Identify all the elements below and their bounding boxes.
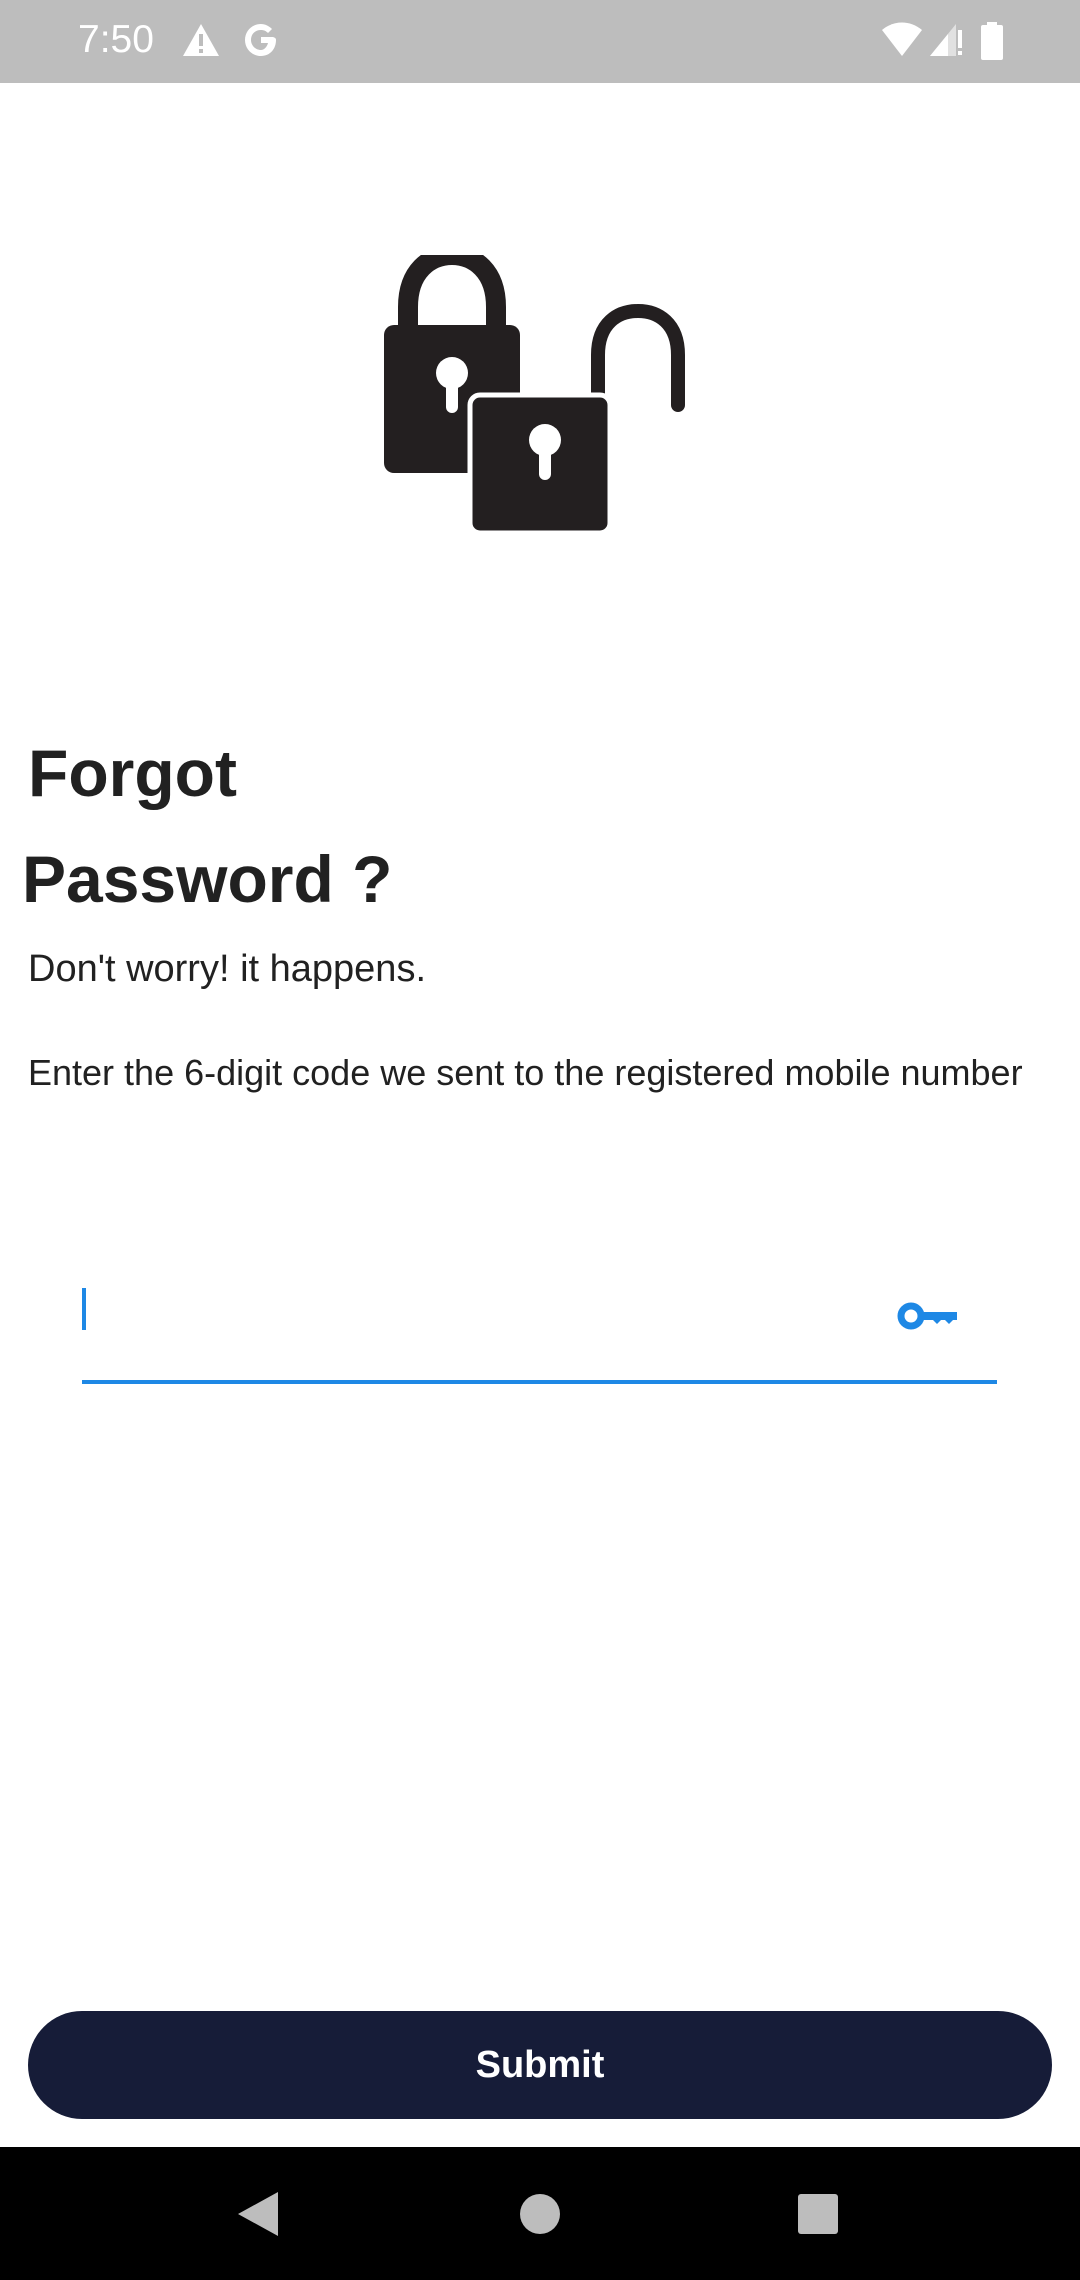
google-icon [243,22,279,63]
status-time: 7:50 [78,18,154,61]
wifi-icon [882,22,922,63]
key-icon [897,1298,961,1334]
back-icon [238,2191,278,2236]
subtitle: Don't worry! it happens. [28,948,426,990]
home-icon [520,2193,560,2234]
padlocks-icon [380,244,725,536]
recents-icon [798,2193,838,2234]
back-button[interactable] [188,2147,328,2280]
alert-icon [182,22,220,63]
home-button[interactable] [470,2147,610,2280]
verification-code-input[interactable] [82,1270,997,1384]
status-bar: 7:50 [0,0,1080,83]
instructions-text: Enter the 6-digit code we sent to the re… [28,1052,1023,1093]
battery-icon [980,22,1004,65]
recents-button[interactable] [748,2147,888,2280]
text-caret [82,1288,86,1330]
submit-button[interactable]: Submit [28,2011,1052,2119]
page-title-line-1: Forgot [28,736,237,810]
cellular-icon [928,22,964,63]
navigation-bar [0,2147,1080,2280]
page-title-line-2: Password ? [22,842,393,916]
